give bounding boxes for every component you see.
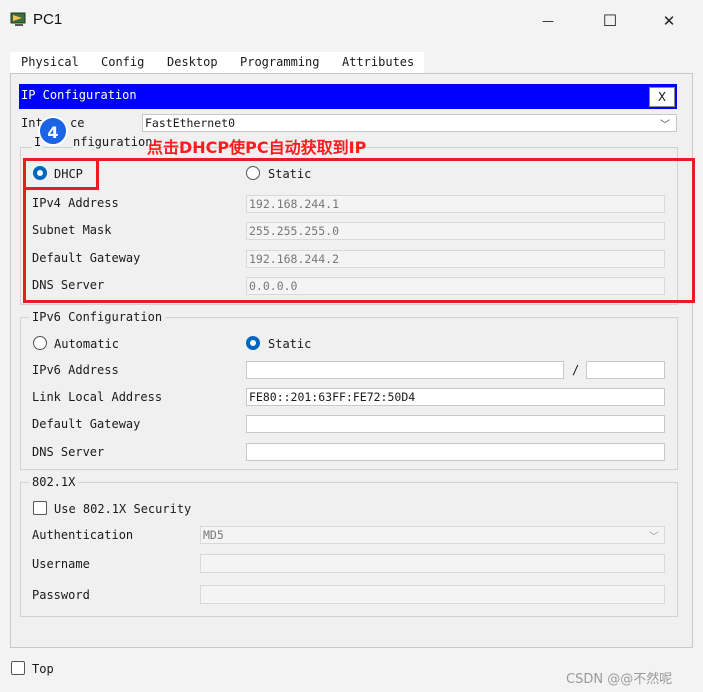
interface-select[interactable]: FastEthernet0 (142, 114, 677, 132)
use-8021x-checkbox[interactable] (33, 501, 47, 515)
link-local-field[interactable]: FE80::201:63FF:FE72:50D4 (246, 388, 665, 406)
ipv4-highlight-box (23, 158, 695, 303)
tab-desktop[interactable]: Desktop (156, 52, 231, 75)
authentication-label: Authentication (32, 528, 134, 542)
authentication-select[interactable]: MD5 (200, 526, 665, 544)
maximize-button[interactable]: ☐ (593, 8, 627, 34)
tab-programming[interactable]: Programming (232, 52, 328, 73)
interface-value: FastEthernet0 (145, 116, 236, 130)
ipv6-automatic-radio[interactable] (33, 336, 47, 350)
step-badge: 4 (38, 116, 68, 146)
ipv6-prefix-field[interactable] (586, 361, 665, 379)
ip-config-title: IP Configuration (21, 88, 137, 102)
ipv6-automatic-label: Automatic (54, 337, 120, 351)
ipv6-static-radio[interactable] (246, 336, 260, 350)
app-icon (10, 12, 26, 26)
prefix-separator: / (572, 363, 580, 377)
ipv6-gateway-label: Default Gateway (32, 417, 141, 431)
top-checkbox[interactable] (11, 661, 25, 675)
watermark: CSDN @@不然呢 (566, 672, 673, 687)
top-label: Top (32, 662, 54, 676)
ipv6-gateway-field[interactable] (246, 415, 665, 433)
close-button[interactable]: ✕ (652, 8, 686, 34)
ipv6-dns-field[interactable] (246, 443, 665, 461)
minimize-button[interactable]: — (531, 8, 565, 34)
username-field[interactable] (200, 554, 665, 573)
ipv6-address-label: IPv6 Address (32, 363, 119, 377)
chevron-down-icon: ﹀ (649, 532, 659, 543)
password-field[interactable] (200, 585, 665, 604)
use-8021x-label: Use 802.1X Security (54, 502, 192, 516)
username-label: Username (32, 557, 90, 571)
annotation-text: 点击DHCP使PC自动获取到IP (147, 138, 367, 157)
window-title: PC1 (33, 11, 63, 28)
interface-label-end: ce (70, 116, 85, 130)
ip-config-close-button[interactable]: X (649, 87, 675, 107)
ipv6-static-label: Static (268, 337, 312, 351)
tab-attributes[interactable]: Attributes (334, 52, 423, 73)
dot1x-section-label: 802.1X (29, 475, 79, 489)
link-local-label: Link Local Address (32, 390, 163, 404)
tab-config[interactable]: Config (93, 52, 153, 73)
ipv6-section-label: IPv6 Configuration (29, 310, 166, 324)
authentication-value: MD5 (203, 528, 224, 542)
ipv6-address-field[interactable] (246, 361, 564, 379)
ipv6-dns-label: DNS Server (32, 445, 105, 459)
tab-physical[interactable]: Physical (13, 52, 87, 73)
password-label: Password (32, 588, 90, 602)
ipv4-section-label: nfiguration (73, 135, 156, 149)
chevron-down-icon: ﹀ (660, 120, 670, 131)
